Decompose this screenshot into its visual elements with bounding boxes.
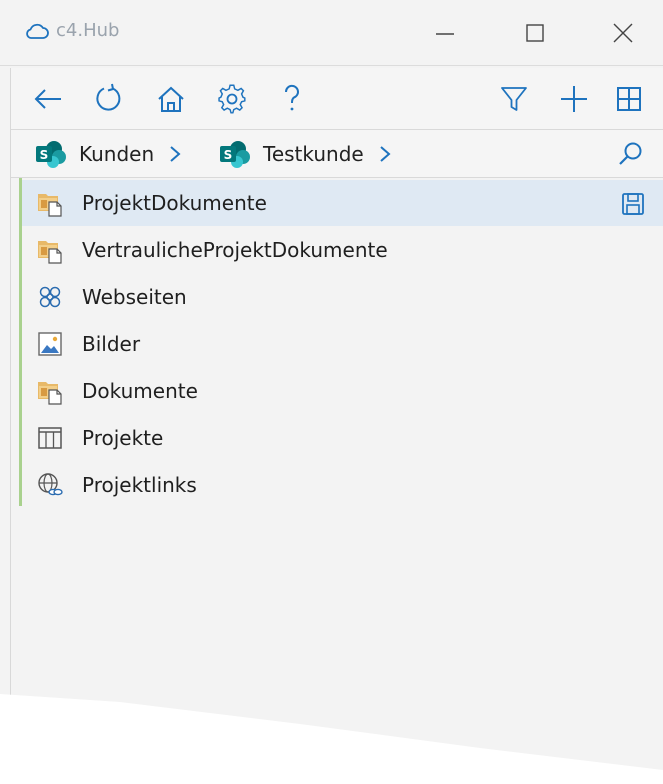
list-item[interactable]: Dokumente [22, 368, 663, 414]
list-item[interactable]: Webseiten [22, 274, 663, 320]
back-arrow-icon [34, 89, 61, 109]
help-button[interactable] [275, 82, 309, 116]
chevron-right-icon [170, 146, 181, 162]
refresh-icon [96, 83, 121, 111]
grid-view-icon [617, 87, 641, 111]
filter-button[interactable] [497, 82, 531, 116]
svg-text:S: S [224, 148, 233, 162]
settings-button[interactable] [215, 82, 249, 116]
title-bar: c4.Hub [0, 0, 663, 66]
window-title: c4.Hub [56, 20, 120, 41]
document-library-icon [38, 241, 62, 264]
list-item[interactable]: Projektlinks [22, 462, 663, 508]
document-library-icon [38, 382, 62, 405]
maximize-button[interactable] [520, 18, 550, 48]
app-window: c4.Hub S Kunden S Testkunde ProjektDokum… [0, 0, 663, 784]
list-item[interactable]: Bilder [22, 321, 663, 367]
list-item-label: Webseiten [82, 285, 187, 309]
back-button[interactable] [31, 82, 65, 116]
webpages-icon [39, 286, 61, 308]
close-icon [613, 23, 633, 43]
search-icon[interactable] [617, 140, 645, 168]
list-item[interactable]: VertraulicheProjektDokumente [22, 227, 663, 273]
links-globe-icon [38, 473, 63, 496]
maximize-icon [526, 24, 544, 42]
chevron-right-icon [380, 146, 391, 162]
minimize-button[interactable] [430, 18, 460, 48]
list-table-icon [38, 427, 62, 449]
close-button[interactable] [608, 18, 638, 48]
breadcrumb-label: Testkunde [263, 142, 364, 166]
library-list: ProjektDokumente VertraulicheProjektDoku… [11, 178, 663, 508]
list-item-label: VertraulicheProjektDokumente [82, 238, 388, 262]
add-icon [561, 86, 587, 112]
cloud-icon [26, 23, 49, 39]
toolbar [11, 68, 663, 130]
grid-view-button[interactable] [612, 82, 646, 116]
filter-icon [501, 87, 527, 111]
breadcrumb-item-testkunde[interactable]: S Testkunde [219, 140, 394, 168]
document-library-icon [38, 194, 62, 217]
list-item-label: Projekte [82, 426, 164, 450]
sharepoint-icon: S [36, 141, 66, 168]
picture-library-icon [38, 332, 62, 356]
list-item[interactable]: Projekte [22, 415, 663, 461]
save-icon[interactable] [620, 191, 646, 217]
help-icon [284, 84, 299, 111]
breadcrumb-item-kunden[interactable]: S Kunden [35, 140, 184, 168]
list-item-label: Bilder [82, 332, 141, 356]
minimize-icon [436, 33, 454, 35]
add-button[interactable] [557, 82, 591, 116]
breadcrumb-label: Kunden [79, 142, 155, 166]
sharepoint-icon: S [220, 141, 250, 168]
list-item-label: ProjektDokumente [82, 191, 267, 215]
home-icon [158, 86, 184, 112]
home-button[interactable] [154, 82, 188, 116]
list-item[interactable]: ProjektDokumente [22, 180, 663, 226]
breadcrumb: S Kunden S Testkunde [11, 130, 663, 178]
settings-gear-icon [218, 84, 246, 114]
list-item-label: Projektlinks [82, 473, 197, 497]
refresh-button[interactable] [91, 82, 125, 116]
list-item-label: Dokumente [82, 379, 198, 403]
svg-text:S: S [40, 148, 49, 162]
hub-panel: S Kunden S Testkunde ProjektDokumente Ve… [10, 68, 663, 784]
